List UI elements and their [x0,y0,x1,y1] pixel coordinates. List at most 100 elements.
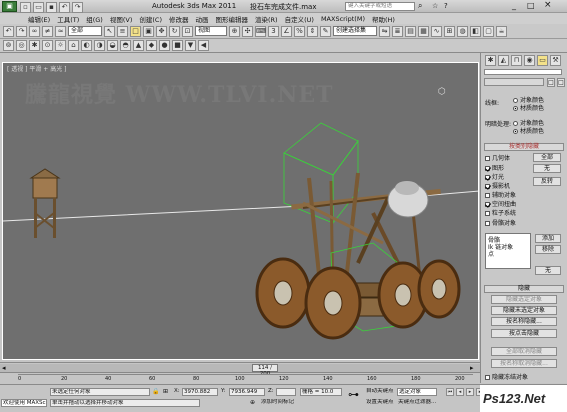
ribbon-tool-11-icon[interactable]: ▲ [133,40,144,51]
menu-edit[interactable]: 编辑(E) [28,14,50,24]
binoculars-icon[interactable]: ⌕ [418,1,422,11]
y-coordinate-field[interactable]: 7936.949 [229,388,265,396]
ribbon-tool-14-icon[interactable]: ■ [172,40,183,51]
named-selection-dropdown[interactable]: 创建选择集 [333,26,377,36]
ribbon-tool-2-icon[interactable]: ◎ [16,40,27,51]
motion-tab-icon[interactable]: ◉ [524,55,535,66]
rectangular-selection-icon[interactable]: □ [130,25,141,37]
wire-material-color-radio[interactable]: 材质颜色 [513,103,544,112]
modify-tab-icon[interactable]: ◭ [498,55,509,66]
category-lights-checkbox[interactable]: 灯光 [485,172,504,181]
selected-object-dropdown[interactable]: 选定对象 [397,388,437,396]
snaps-toggle-icon[interactable]: 3 [268,25,279,37]
unlink-icon[interactable]: ≠ [42,25,53,37]
ribbon-tool-8-icon[interactable]: ◑ [94,40,105,51]
maxscript-listener[interactable]: 欢迎使用 MAXSc [1,399,47,407]
viewcube-icon[interactable]: ⬡ [438,87,446,97]
layer-manager-icon[interactable]: ▤ [405,25,416,37]
list-none-button[interactable]: 无 [535,266,561,275]
open-file-icon[interactable]: ▭ [33,2,44,13]
redo-toolbar-icon[interactable]: ↷ [16,25,27,37]
menu-help[interactable]: 帮助(H) [372,14,395,24]
menu-modifiers[interactable]: 修改器 [169,14,189,24]
select-rotate-icon[interactable]: ↻ [169,25,180,37]
maximize-button[interactable]: □ [527,1,535,10]
undo-icon[interactable]: ↶ [59,2,70,13]
select-by-name-icon[interactable]: ≡ [117,25,128,37]
material-editor-icon[interactable]: ◍ [457,25,468,37]
angle-snap-icon[interactable]: ∠ [281,25,292,37]
close-button[interactable]: × [544,0,552,10]
category-geometry-checkbox[interactable]: 几何体 [485,153,510,162]
hide-rollout[interactable]: 隐藏 [484,285,564,293]
hide-unselected-button[interactable]: 隐藏未选定对象 [491,306,557,315]
panel-small-button-2[interactable]: □ [557,78,565,87]
add-time-tag-button[interactable]: 添加时间标记 [260,399,320,407]
save-file-icon[interactable]: ▪ [46,2,57,13]
ribbon-tool-10-icon[interactable]: ◓ [120,40,131,51]
utilities-tab-icon[interactable]: ⚒ [550,55,561,66]
select-move-icon[interactable]: ✥ [156,25,167,37]
ribbon-tool-4-icon[interactable]: ⊙ [42,40,53,51]
pivot-center-icon[interactable]: ⊕ [229,25,240,37]
menu-rendering[interactable]: 渲染(R) [255,14,278,24]
category-bones-checkbox[interactable]: 骨骼对象 [485,218,516,227]
unhide-all-button[interactable]: 全部取消隐藏 [491,347,557,356]
timeline-ruler[interactable]: 0 20 40 60 80 100 120 140 160 180 200 [18,374,473,384]
edit-named-selection-icon[interactable]: ✎ [320,25,331,37]
ribbon-tool-5-icon[interactable]: ☼ [55,40,66,51]
menu-graph-editors[interactable]: 图形编辑器 [216,14,249,24]
menu-animation[interactable]: 动画 [196,14,209,24]
category-shapes-checkbox[interactable]: 图形 [485,163,504,172]
menu-tools[interactable]: 工具(T) [57,14,79,24]
lock-selection-icon[interactable]: 🔒 [152,388,159,395]
hide-by-category-rollout[interactable]: 按类别隐藏 [484,143,564,151]
play-icon[interactable]: ▸ [466,388,474,396]
help-icon[interactable]: ? [444,2,448,10]
search-input[interactable]: 键入关键字或短语 [345,2,415,11]
schematic-view-icon[interactable]: ⊞ [444,25,455,37]
window-crossing-icon[interactable]: ▣ [143,25,154,37]
slider-prev-icon[interactable]: ◂ [2,364,6,372]
select-object-icon[interactable]: ↖ [104,25,115,37]
spinner-snap-icon[interactable]: ⇕ [307,25,318,37]
menu-customize[interactable]: 自定义(U) [285,14,314,24]
absolute-mode-icon[interactable]: ⊞ [163,388,168,395]
bind-space-warp-icon[interactable]: ≈ [55,25,66,37]
hide-selected-button[interactable]: 隐藏选定对象 [491,295,557,304]
new-file-icon[interactable]: ▫ [20,2,31,13]
set-key-icon[interactable]: ⊶ [348,388,359,401]
mirror-icon[interactable]: ⇋ [379,25,390,37]
menu-group[interactable]: 组(G) [86,14,103,24]
key-filters-button[interactable]: 关键点过滤器... [397,399,437,407]
create-tab-icon[interactable]: ✱ [485,55,496,66]
ribbon-tool-13-icon[interactable]: ● [159,40,170,51]
time-slider-thumb[interactable]: 114 / 200 [252,364,278,377]
help-star-icon[interactable]: ☆ [432,2,438,10]
hide-by-name-button[interactable]: 按名称隐藏... [491,317,557,326]
list-item[interactable]: 点 [488,249,494,258]
redo-icon[interactable]: ↷ [72,2,83,13]
slider-next-icon[interactable]: ▸ [470,364,474,372]
render-production-icon[interactable]: ☕ [496,25,507,37]
category-helpers-checkbox[interactable]: 辅助对象 [485,190,516,199]
select-manipulate-icon[interactable]: ✣ [242,25,253,37]
hierarchy-tab-icon[interactable]: ⊓ [511,55,522,66]
hide-frozen-checkbox[interactable]: 隐藏冻结对象 [485,372,528,381]
align-icon[interactable]: ≣ [392,25,403,37]
selection-filter-dropdown[interactable]: 全部 [68,26,102,36]
category-invert-button[interactable]: 反转 [533,177,561,186]
z-coordinate-field[interactable] [276,388,296,396]
app-menu-button[interactable]: ▣ [2,1,17,12]
list-add-button[interactable]: 添加 [535,234,561,243]
category-all-button[interactable]: 全部 [533,153,561,162]
list-remove-button[interactable]: 移除 [535,245,561,254]
percent-snap-icon[interactable]: % [294,25,305,37]
graphite-toggle-icon[interactable]: ▦ [418,25,429,37]
ribbon-tool-15-icon[interactable]: ▼ [185,40,196,51]
go-to-start-icon[interactable]: ⏮ [446,388,454,396]
undo-toolbar-icon[interactable]: ↶ [3,25,14,37]
time-slider-track[interactable] [0,364,480,373]
link-icon[interactable]: ∞ [29,25,40,37]
ribbon-tool-3-icon[interactable]: ✱ [29,40,40,51]
